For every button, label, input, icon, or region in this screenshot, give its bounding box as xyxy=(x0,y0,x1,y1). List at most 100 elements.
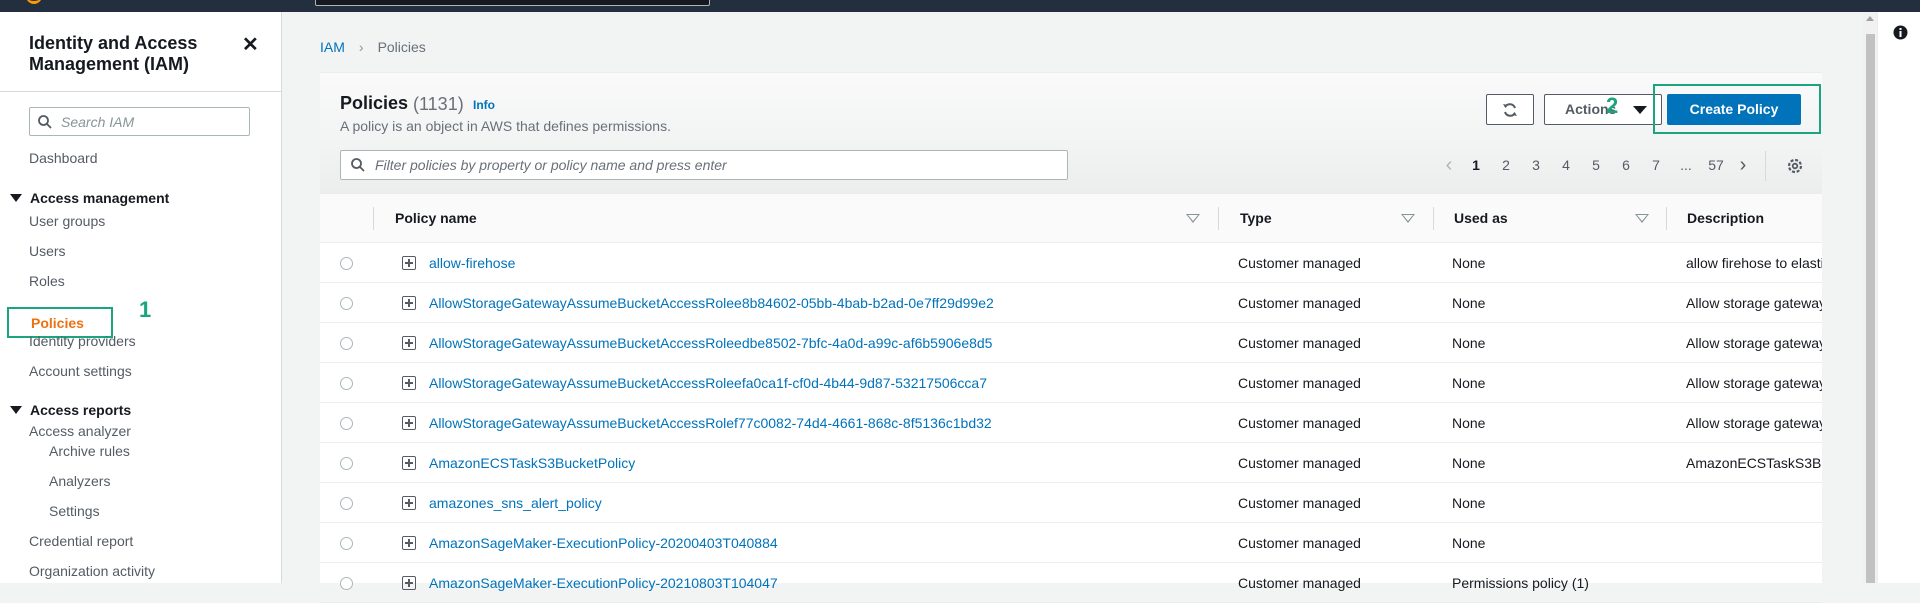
policy-name-link[interactable]: AllowStorageGatewayAssumeBucketAccessRol… xyxy=(429,415,992,431)
column-divider[interactable] xyxy=(1433,207,1434,230)
scroll-up-icon[interactable] xyxy=(1866,16,1874,21)
close-icon[interactable]: ✕ xyxy=(242,32,259,57)
sidebar-item-users[interactable]: Users xyxy=(29,243,66,259)
table-row[interactable]: AllowStorageGatewayAssumeBucketAccessRol… xyxy=(320,323,1822,363)
breadcrumb-iam[interactable]: IAM xyxy=(320,39,345,55)
actions-dropdown[interactable]: Actions xyxy=(1544,94,1662,125)
scrollbar-thumb[interactable] xyxy=(1866,34,1875,583)
page-1[interactable]: 1 xyxy=(1461,157,1491,173)
table-row[interactable]: AmazonSageMaker-ExecutionPolicy-20210803… xyxy=(320,563,1822,603)
policy-name-link[interactable]: AllowStorageGatewayAssumeBucketAccessRol… xyxy=(429,335,992,351)
sidebar-item-user-groups[interactable]: User groups xyxy=(29,213,105,229)
radio-icon[interactable] xyxy=(340,337,353,350)
column-type[interactable]: Type xyxy=(1240,194,1272,243)
sort-icon[interactable] xyxy=(1401,214,1415,223)
sort-icon[interactable] xyxy=(1635,214,1649,223)
table-row[interactable]: AmazonSageMaker-ExecutionPolicy-20200403… xyxy=(320,523,1822,563)
policy-type: Customer managed xyxy=(1238,535,1361,551)
table-row[interactable]: AllowStorageGatewayAssumeBucketAccessRol… xyxy=(320,283,1822,323)
column-divider[interactable] xyxy=(1218,207,1219,230)
policy-filter-input[interactable]: Filter policies by property or policy na… xyxy=(340,150,1068,180)
expand-icon[interactable] xyxy=(402,296,416,310)
panel-header: Policies (1131) Info A policy is an obje… xyxy=(320,73,1822,194)
column-policy-name[interactable]: Policy name xyxy=(395,194,477,243)
column-description[interactable]: Description xyxy=(1687,194,1764,243)
radio-icon[interactable] xyxy=(340,457,353,470)
radio-icon[interactable] xyxy=(340,577,353,590)
policy-name-link[interactable]: AmazonSageMaker-ExecutionPolicy-20200403… xyxy=(429,535,778,551)
expand-icon[interactable] xyxy=(402,416,416,430)
sidebar-section-access-management[interactable]: Access management xyxy=(10,190,169,206)
sort-icon[interactable] xyxy=(1186,214,1200,223)
sidebar-item-dashboard[interactable]: Dashboard xyxy=(29,150,98,166)
page-4[interactable]: 4 xyxy=(1551,157,1581,173)
page-57[interactable]: 57 xyxy=(1701,157,1731,173)
column-divider xyxy=(373,207,374,230)
policy-used-as: None xyxy=(1452,295,1486,311)
column-used-as[interactable]: Used as xyxy=(1454,194,1508,243)
sidebar-section-access-reports[interactable]: Access reports xyxy=(10,402,131,418)
top-navigation-bar xyxy=(0,0,1920,12)
sidebar-search-input[interactable]: Search IAM xyxy=(29,107,250,136)
table-row[interactable]: amazones_sns_alert_policy Customer manage… xyxy=(320,483,1822,523)
sidebar-item-credential-report[interactable]: Credential report xyxy=(29,533,133,549)
refresh-button[interactable] xyxy=(1486,94,1534,125)
chevron-left-icon[interactable]: ‹ xyxy=(1437,155,1461,175)
policy-description: allow firehose to elasti xyxy=(1686,255,1822,271)
create-policy-button[interactable]: Create Policy xyxy=(1667,94,1801,125)
table-header: Policy name Type Used as Description xyxy=(320,194,1822,243)
page-6[interactable]: 6 xyxy=(1611,157,1641,173)
policy-name-link[interactable]: AllowStorageGatewayAssumeBucketAccessRol… xyxy=(429,295,994,311)
annotation-step-1: 1 xyxy=(139,297,152,322)
policy-name-link[interactable]: AmazonECSTaskS3BucketPolicy xyxy=(429,455,635,471)
policy-used-as: None xyxy=(1452,535,1486,551)
aws-logo[interactable] xyxy=(26,0,42,4)
expand-icon[interactable] xyxy=(402,336,416,350)
radio-icon[interactable] xyxy=(340,497,353,510)
radio-icon[interactable] xyxy=(340,297,353,310)
policy-name-link[interactable]: allow-firehose xyxy=(429,255,515,271)
expand-icon[interactable] xyxy=(402,576,416,590)
table-row[interactable]: AllowStorageGatewayAssumeBucketAccessRol… xyxy=(320,403,1822,443)
gear-icon[interactable] xyxy=(1786,157,1804,180)
caret-down-icon xyxy=(10,406,22,414)
sidebar-item-settings[interactable]: Settings xyxy=(49,503,100,519)
table-row[interactable]: AllowStorageGatewayAssumeBucketAccessRol… xyxy=(320,363,1822,403)
page-2[interactable]: 2 xyxy=(1491,157,1521,173)
policy-type: Customer managed xyxy=(1238,455,1361,471)
sidebar-item-archive-rules[interactable]: Archive rules xyxy=(49,443,130,459)
policy-name-link[interactable]: amazones_sns_alert_policy xyxy=(429,495,602,511)
page-7[interactable]: 7 xyxy=(1641,157,1671,173)
sidebar-item-organization-activity[interactable]: Organization activity xyxy=(29,563,155,579)
policy-name-link[interactable]: AmazonSageMaker-ExecutionPolicy-20210803… xyxy=(429,575,778,591)
sidebar-item-roles[interactable]: Roles xyxy=(29,273,65,289)
chevron-right-icon[interactable]: › xyxy=(1731,155,1755,175)
expand-icon[interactable] xyxy=(402,496,416,510)
column-divider[interactable] xyxy=(1666,207,1667,230)
page-scrollbar[interactable] xyxy=(1863,12,1877,583)
policy-used-as: None xyxy=(1452,375,1486,391)
info-icon[interactable] xyxy=(1893,25,1908,45)
sidebar-item-analyzers[interactable]: Analyzers xyxy=(49,473,110,489)
global-search-input[interactable] xyxy=(315,0,710,6)
sidebar-item-account-settings[interactable]: Account settings xyxy=(29,363,132,379)
sidebar-item-identity-providers[interactable]: Identity providers xyxy=(29,333,136,349)
page-5[interactable]: 5 xyxy=(1581,157,1611,173)
policy-name-link[interactable]: AllowStorageGatewayAssumeBucketAccessRol… xyxy=(429,375,987,391)
page-3[interactable]: 3 xyxy=(1521,157,1551,173)
info-link[interactable]: Info xyxy=(473,98,495,112)
expand-icon[interactable] xyxy=(402,456,416,470)
radio-icon[interactable] xyxy=(340,377,353,390)
search-icon xyxy=(38,114,52,129)
expand-icon[interactable] xyxy=(402,536,416,550)
table-row[interactable]: AmazonECSTaskS3BucketPolicy Customer mana… xyxy=(320,443,1822,483)
radio-icon[interactable] xyxy=(340,257,353,270)
sidebar-item-policies[interactable]: Policies xyxy=(31,315,84,331)
radio-icon[interactable] xyxy=(340,537,353,550)
expand-icon[interactable] xyxy=(402,376,416,390)
table-row[interactable]: allow-firehose Customer managed None allow … xyxy=(320,243,1822,283)
radio-icon[interactable] xyxy=(340,417,353,430)
expand-icon[interactable] xyxy=(402,256,416,270)
sidebar-item-access-analyzer[interactable]: Access analyzer xyxy=(29,423,131,439)
policy-type: Customer managed xyxy=(1238,575,1361,591)
